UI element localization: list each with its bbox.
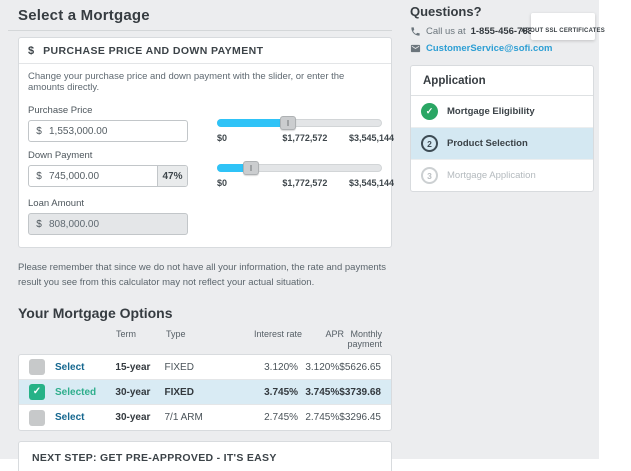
table-row-15yr-fixed[interactable]: Select 15-year FIXED 3.120% 3.120% $5626… — [19, 355, 391, 381]
loan-amount-row: Loan Amount $ — [28, 192, 382, 235]
down-payment-row: Down Payment $ 47% — [28, 144, 394, 189]
monthly-cell: $3296.45 — [339, 412, 381, 424]
mortgage-page: Select a Mortgage $ PURCHASE PRICE AND D… — [0, 0, 631, 471]
checkbox-checked[interactable]: ✓ — [29, 384, 45, 401]
slider-max-label: $3,545,144 — [348, 133, 394, 143]
slider-min-label: $0 — [217, 133, 228, 143]
type-cell: 7/1 ARM — [164, 412, 203, 424]
interest-cell: 3.120% — [264, 361, 299, 373]
table-row-30yr-fixed-selected[interactable]: ✓ Selected 30-year FIXED 3.745% 3.745% $… — [19, 380, 391, 406]
page-title-wrap: Select a Mortgage — [8, 4, 392, 31]
header-term: Term — [116, 329, 136, 340]
page-title: Select a Mortgage — [18, 7, 150, 24]
calculator-description: Change your purchase price and down paym… — [28, 71, 345, 93]
options-title: Your Mortgage Options — [18, 305, 173, 322]
apr-cell: 3.120% — [305, 361, 340, 373]
slider-fill — [217, 161, 260, 175]
step-mortgage-eligibility[interactable]: ✓ Mortgage Eligibility — [411, 96, 593, 128]
options-table: Select 15-year FIXED 3.120% 3.120% $5626… — [18, 354, 392, 432]
step-number-icon: 3 — [421, 167, 438, 184]
check-icon: ✓ — [32, 386, 42, 398]
step-label: Mortgage Application — [447, 170, 536, 181]
application-title: Application — [411, 66, 593, 96]
calculator-disclaimer: Please remember that since we do not hav… — [18, 262, 387, 288]
email-row: CustomerService@sofi.com — [410, 43, 594, 54]
down-payment-slider[interactable]: $0 $1,772,572 $3,545,144 — [217, 161, 394, 189]
down-payment-label: Down Payment — [28, 150, 93, 161]
header-type: Type — [166, 329, 186, 340]
options-table-header: Term Type Interest rate APR Monthly paym… — [18, 329, 392, 354]
purchase-panel-title: PURCHASE PRICE AND DOWN PAYMENT — [43, 45, 264, 57]
down-payment-percent: 47% — [157, 166, 187, 186]
slider-handle[interactable] — [243, 161, 260, 175]
loan-amount-label: Loan Amount — [28, 198, 84, 209]
purchase-panel: $ PURCHASE PRICE AND DOWN PAYMENT Change… — [18, 37, 394, 248]
apr-cell: 3.745% — [305, 386, 340, 398]
term-cell: 15-year — [115, 361, 151, 373]
slider-max-label: $3,545,144 — [348, 178, 394, 188]
slider-fill — [217, 116, 297, 130]
loan-amount-input — [49, 214, 187, 234]
header-monthly-payment: Monthly payment — [347, 329, 382, 350]
slider-track[interactable] — [217, 161, 382, 175]
step-complete-check-icon: ✓ — [421, 103, 438, 120]
selected-link[interactable]: Selected — [55, 387, 96, 398]
purchase-price-input[interactable] — [49, 121, 187, 141]
purchase-price-label: Purchase Price — [28, 105, 93, 116]
purchase-price-input-group: $ — [28, 120, 188, 142]
select-link[interactable]: Select — [55, 412, 84, 423]
slider-handle[interactable] — [280, 116, 297, 130]
slider-track[interactable] — [217, 116, 382, 130]
envelope-icon — [410, 44, 421, 53]
call-prefix: Call us at — [426, 26, 466, 37]
slider-mid-label: $1,772,572 — [282, 133, 328, 143]
main-column: Select a Mortgage $ PURCHASE PRICE AND D… — [8, 4, 394, 471]
purchase-price-slider[interactable]: $0 $1,772,572 $3,545,144 — [217, 116, 394, 144]
interest-cell: 2.745% — [264, 412, 299, 424]
purchase-price-row: Purchase Price $ 1,553,000.00 $0 $1,772,… — [28, 99, 394, 144]
checkbox-unchecked[interactable] — [29, 359, 45, 376]
term-cell: 30-year — [115, 412, 151, 424]
next-step-title: NEXT STEP: GET PRE-APPROVED - IT'S EASY — [32, 452, 277, 465]
slider-labels: $0 $1,772,572 $3,545,144 — [217, 178, 394, 189]
interest-cell: 3.745% — [264, 386, 299, 398]
step-product-selection[interactable]: 2 Product Selection — [411, 128, 593, 160]
currency-prefix: $ — [36, 170, 42, 182]
term-cell: 30-year — [115, 386, 151, 398]
email-link[interactable]: CustomerService@sofi.com — [426, 43, 552, 54]
monthly-cell: $3739.68 — [339, 386, 381, 398]
currency-prefix: $ — [36, 218, 42, 230]
slider-labels: $0 $1,772,572 $3,545,144 — [217, 133, 394, 144]
purchase-panel-body: Change your purchase price and down paym… — [19, 64, 394, 247]
header-interest-rate: Interest rate — [253, 329, 302, 340]
step-label: Product Selection — [447, 138, 528, 149]
purchase-panel-header: $ PURCHASE PRICE AND DOWN PAYMENT — [19, 38, 391, 64]
type-cell: FIXED — [164, 361, 194, 373]
step-mortgage-application[interactable]: 3 Mortgage Application — [411, 160, 593, 191]
down-payment-input-group: $ 47% — [28, 165, 188, 187]
dollar-icon: $ — [28, 45, 35, 57]
down-payment-input[interactable] — [49, 166, 157, 186]
table-row-30yr-arm[interactable]: Select 30-year 7/1 ARM 2.745% 2.745% $32… — [19, 405, 391, 430]
phone-icon — [411, 27, 420, 36]
step-label: Mortgage Eligibility — [447, 106, 535, 117]
ssl-badge-label: ABOUT SSL CERTIFICATES — [521, 27, 605, 34]
monthly-cell: $5626.65 — [339, 361, 381, 373]
type-cell: FIXED — [164, 386, 194, 398]
slider-mid-label: $1,772,572 — [282, 178, 328, 188]
step-number-icon: 2 — [421, 135, 438, 152]
slider-min-label: $0 — [217, 178, 228, 188]
ssl-certificates-badge[interactable]: ABOUT SSL CERTIFICATES — [521, 13, 605, 40]
header-apr: APR — [325, 329, 344, 340]
checkbox-unchecked[interactable] — [29, 409, 45, 426]
apr-cell: 2.745% — [305, 412, 340, 424]
loan-amount-input-group: $ — [28, 213, 188, 235]
currency-prefix: $ — [36, 125, 42, 137]
application-panel: Application ✓ Mortgage Eligibility 2 Pro… — [410, 65, 594, 192]
next-step-panel: NEXT STEP: GET PRE-APPROVED - IT'S EASY … — [18, 441, 392, 471]
select-link[interactable]: Select — [55, 362, 84, 373]
